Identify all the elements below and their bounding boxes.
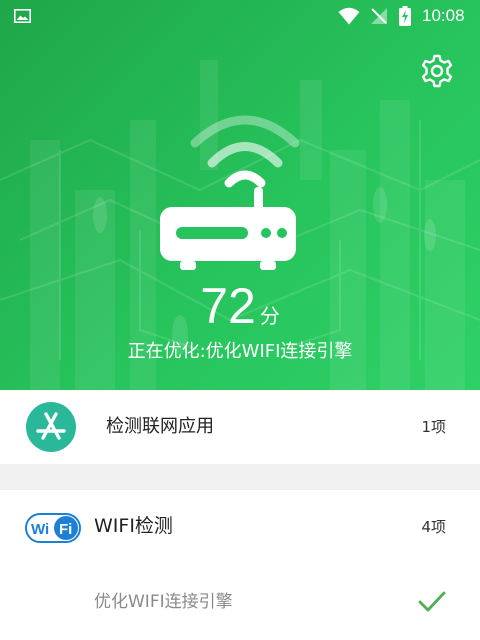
optimization-status: 正在优化:优化WIFI连接引擎 [127,341,353,362]
list-item-count: 1项 [421,418,446,436]
list-item-network-apps[interactable]: 检测联网应用 1项 [0,390,480,464]
sub-item-label: 优化WIFI连接引擎 [94,592,233,612]
score-unit: 分 [259,304,280,328]
score-value: 72 [200,278,256,334]
battery-charging-icon [399,6,411,26]
section-divider [0,464,480,490]
sub-item-optimize-engine: 优化WIFI连接引擎 [0,572,480,634]
no-signal-icon [371,8,387,24]
header-hero: 10:08 72 分 正在优化:优化WIFI连接引擎 [0,0,480,390]
svg-text:Fi: Fi [59,521,72,538]
wifi-logo-icon: Wi Fi [25,513,81,543]
score: 72 分 [0,278,480,334]
list-item-wifi-check[interactable]: Wi Fi WIFI检测 4项 [0,490,480,564]
screen: 10:08 72 分 正在优化:优化WIFI连接引擎 检测联网应用 1项 Wi … [0,0,480,640]
wifi-icon [338,7,360,25]
image-icon [14,9,31,23]
status-bar: 10:08 [0,0,480,32]
app-store-icon [26,402,76,452]
list-item-label: 检测联网应用 [106,416,214,437]
list-item-count: 4项 [421,518,446,536]
wifi-router-icon [160,115,300,270]
svg-text:Wi: Wi [31,521,49,538]
list-item-label: WIFI检测 [94,515,173,537]
gear-icon[interactable] [418,52,456,90]
status-time: 10:08 [422,6,465,25]
check-icon [418,591,446,612]
